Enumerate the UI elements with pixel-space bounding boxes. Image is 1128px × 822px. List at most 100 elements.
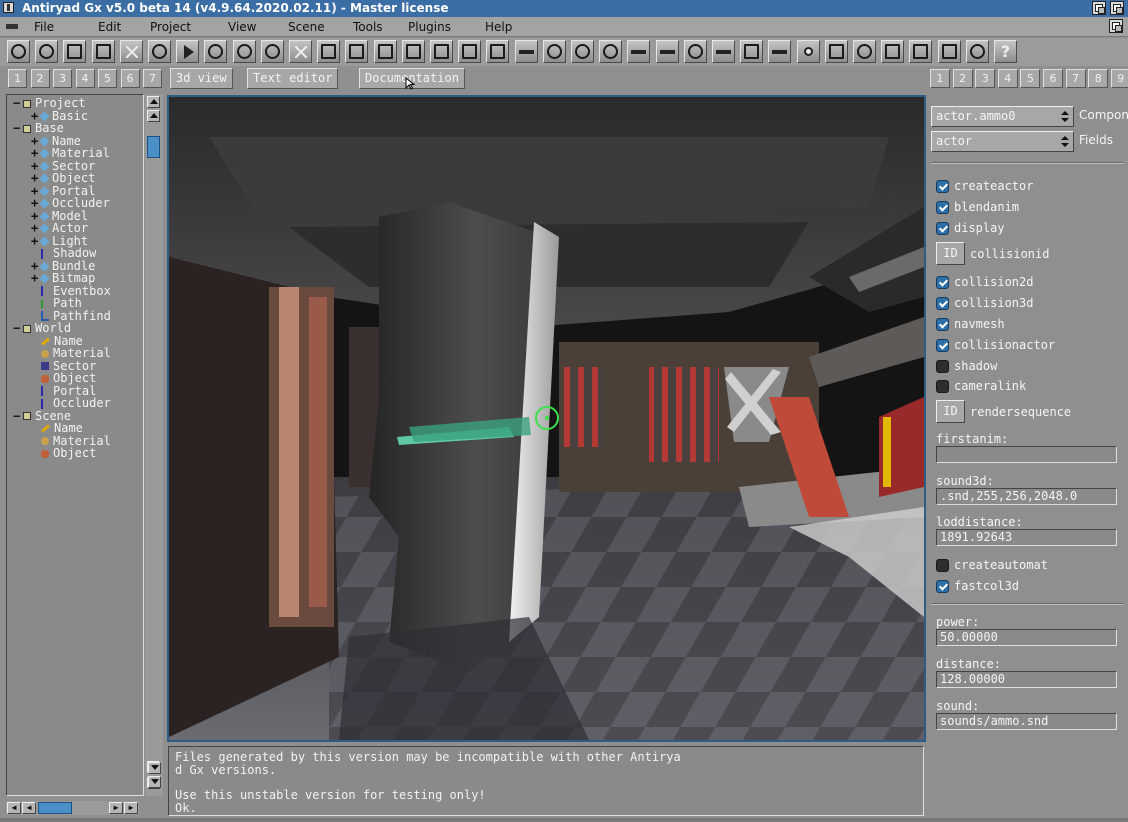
menu-file[interactable]: File xyxy=(34,20,54,34)
toolbar-button-eye[interactable] xyxy=(683,40,707,63)
toolbar-button-timer[interactable] xyxy=(542,40,566,63)
rendersequence-id-button[interactable]: ID xyxy=(936,400,965,423)
toolbar-button-circuit[interactable] xyxy=(824,40,848,63)
toolbar-button-save-as[interactable] xyxy=(91,40,115,63)
menu-view[interactable]: View xyxy=(228,20,256,34)
toolbar-button-close[interactable] xyxy=(119,40,143,63)
menu-help[interactable]: Help xyxy=(485,20,512,34)
fields-select[interactable]: actor xyxy=(931,131,1074,152)
toolbar-button-save[interactable] xyxy=(63,40,87,63)
scroll-page-up-button[interactable] xyxy=(147,110,160,122)
right-tab-8[interactable]: 8 xyxy=(1088,69,1109,88)
checkbox-checked-icon[interactable] xyxy=(936,318,949,331)
component-select[interactable]: actor.ammo0 xyxy=(931,106,1074,127)
left-tab-3[interactable]: 3 xyxy=(53,69,72,88)
right-tab-7[interactable]: 7 xyxy=(1065,69,1086,88)
toolbar-button-page[interactable] xyxy=(430,40,453,63)
tree-node[interactable]: Object xyxy=(31,447,96,460)
toolbar-button-gear[interactable] xyxy=(204,40,228,63)
tab-text-editor[interactable]: Text editor xyxy=(247,68,339,89)
menu-tools[interactable]: Tools xyxy=(353,20,383,34)
toolbar-button-grid[interactable] xyxy=(317,40,341,63)
toolbar-button-hatch[interactable] xyxy=(881,40,905,63)
tree-vertical-scrollbar[interactable] xyxy=(145,94,163,796)
checkbox-checked-icon[interactable] xyxy=(936,180,949,193)
checkbox-unchecked-icon[interactable] xyxy=(936,360,949,373)
window-menu-icon[interactable] xyxy=(3,2,14,13)
toolbar-button-gear[interactable] xyxy=(260,40,284,63)
toolbar-button-palette[interactable] xyxy=(599,40,623,63)
distance-field[interactable]: 128.00000 xyxy=(936,671,1117,688)
scroll-page-left-button[interactable]: ◀ xyxy=(22,802,36,814)
project-tree[interactable]: − Project + Basic − Base + Name + Material + Sector… xyxy=(6,94,144,796)
toolbar-button-drop[interactable] xyxy=(853,40,876,63)
scroll-page-right-button[interactable]: ▶ xyxy=(109,802,123,814)
maximize-button[interactable] xyxy=(1110,1,1124,15)
loddistance-field[interactable]: 1891.92643 xyxy=(936,529,1117,546)
console-scroll-down-button[interactable] xyxy=(148,776,161,788)
sound-field[interactable]: sounds/ammo.snd xyxy=(936,713,1117,730)
left-tab-5[interactable]: 5 xyxy=(98,69,117,88)
tree-horizontal-scrollbar[interactable]: ◀ ◀ ▶ ▶ xyxy=(6,801,139,815)
menu-scene[interactable]: Scene xyxy=(288,20,325,34)
right-tab-5[interactable]: 5 xyxy=(1020,69,1041,88)
toolbar-button-camera[interactable] xyxy=(740,40,764,63)
checkbox-checked-icon[interactable] xyxy=(936,201,949,214)
scroll-up-button[interactable] xyxy=(147,96,160,108)
menu-project[interactable]: Project xyxy=(150,20,191,34)
console-output[interactable]: Files generated by this version may be i… xyxy=(168,746,924,816)
checkbox-unchecked-icon[interactable] xyxy=(936,380,949,393)
restore-icon[interactable] xyxy=(1109,19,1123,33)
toolbar-button-info[interactable] xyxy=(35,40,59,63)
left-tab-6[interactable]: 6 xyxy=(120,69,140,88)
hscroll-thumb[interactable] xyxy=(38,802,72,814)
toolbar-button-play[interactable] xyxy=(176,40,200,63)
checkbox-checked-icon[interactable] xyxy=(936,276,949,289)
left-tab-1[interactable]: 1 xyxy=(8,69,27,88)
toolbar-button-power[interactable] xyxy=(7,40,30,63)
toolbar-button-edit[interactable] xyxy=(458,40,482,63)
left-tab-7[interactable]: 7 xyxy=(143,69,162,88)
toolbar-button-record[interactable] xyxy=(796,40,820,63)
sound3d-field[interactable]: .snd,255,256,2048.0 xyxy=(936,488,1117,505)
toolbar-button-key[interactable] xyxy=(514,40,538,63)
toolbar-button-slash[interactable] xyxy=(345,40,369,63)
power-field[interactable]: 50.00000 xyxy=(936,629,1117,646)
checkbox-checked-icon[interactable] xyxy=(936,580,949,593)
toolbar-button-help[interactable]: ? xyxy=(994,40,1017,63)
checkbox-unchecked-icon[interactable] xyxy=(936,559,949,572)
toolbar-button-target[interactable] xyxy=(571,40,594,63)
toolbar-button-tools[interactable] xyxy=(289,40,312,63)
toolbar-button-monitor[interactable] xyxy=(373,40,397,63)
scroll-right-button[interactable]: ▶ xyxy=(124,802,138,814)
console-scrollbar[interactable] xyxy=(146,760,164,790)
toolbar-button-text-a[interactable] xyxy=(486,40,510,63)
collapse-icon[interactable]: − xyxy=(13,322,22,335)
right-tab-9[interactable]: 9 xyxy=(1110,69,1128,88)
right-tab-2[interactable]: 2 xyxy=(952,69,973,88)
right-tab-3[interactable]: 3 xyxy=(975,69,996,88)
right-tab-6[interactable]: 6 xyxy=(1043,69,1063,88)
toolbar-button-window[interactable] xyxy=(937,40,961,63)
app-menu-icon[interactable] xyxy=(6,24,18,29)
toolbar-button-cursor[interactable] xyxy=(965,40,989,63)
scroll-thumb[interactable] xyxy=(147,136,160,158)
console-page-down-button[interactable] xyxy=(148,762,161,774)
collapse-icon[interactable]: − xyxy=(13,122,22,135)
3d-viewport[interactable] xyxy=(167,95,926,742)
scroll-left-button[interactable]: ◀ xyxy=(7,802,21,814)
collapse-icon[interactable]: − xyxy=(13,97,22,110)
firstanim-field[interactable] xyxy=(936,446,1117,463)
toolbar-button-move[interactable] xyxy=(148,40,171,63)
toolbar-button-brush[interactable] xyxy=(712,40,735,63)
toolbar-button-list[interactable] xyxy=(655,40,679,63)
checkbox-checked-icon[interactable] xyxy=(936,339,949,352)
toolbar-button-dots[interactable] xyxy=(909,40,933,63)
left-tab-4[interactable]: 4 xyxy=(75,69,95,88)
left-tab-2[interactable]: 2 xyxy=(30,69,50,88)
toolbar-button-gear[interactable] xyxy=(232,40,256,63)
collapse-icon[interactable]: − xyxy=(13,409,22,423)
toolbar-button-list[interactable] xyxy=(627,40,651,63)
right-tab-1[interactable]: 1 xyxy=(930,69,950,88)
menu-edit[interactable]: Edit xyxy=(98,20,121,34)
